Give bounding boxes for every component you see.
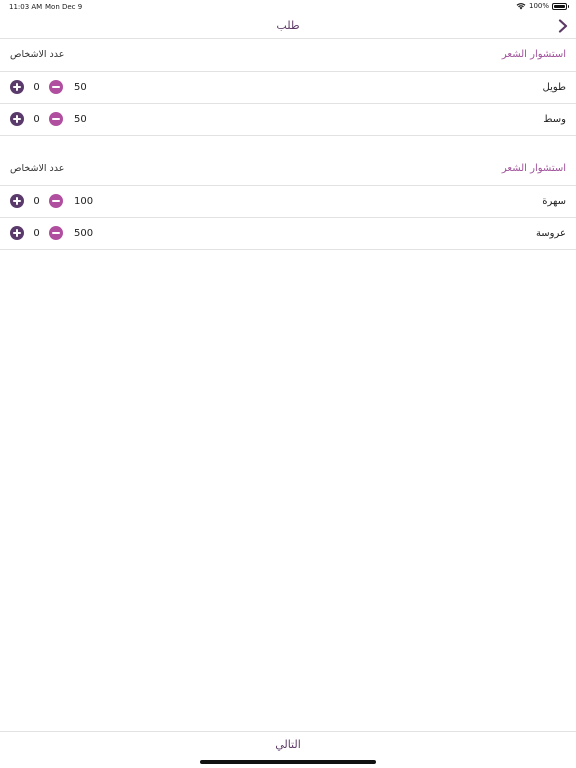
service-name: سهرة bbox=[542, 196, 566, 207]
section-count-label: عدد الاشخاص bbox=[10, 49, 65, 60]
decrease-button[interactable] bbox=[49, 80, 63, 94]
home-indicator[interactable] bbox=[200, 760, 376, 764]
battery-percent: 100% bbox=[528, 2, 549, 10]
chevron-right-icon bbox=[558, 19, 568, 33]
increase-button[interactable] bbox=[10, 194, 24, 208]
service-price: 50 bbox=[74, 114, 87, 125]
section-header: استشوار الشعر عدد الاشخاص bbox=[0, 39, 576, 72]
decrease-button[interactable] bbox=[49, 226, 63, 240]
service-name: طويل bbox=[542, 82, 566, 93]
status-time: 11:03 AM bbox=[9, 3, 43, 11]
section-count-label: عدد الاشخاص bbox=[10, 163, 65, 174]
service-row: عروسة 0 500 bbox=[0, 218, 576, 250]
increase-button[interactable] bbox=[10, 112, 24, 126]
quantity-value: 0 bbox=[33, 228, 40, 239]
decrease-button[interactable] bbox=[49, 194, 63, 208]
service-row: وسط 0 50 bbox=[0, 104, 576, 136]
service-price: 100 bbox=[74, 196, 94, 207]
service-row: سهرة 0 100 bbox=[0, 186, 576, 218]
service-name: وسط bbox=[543, 114, 566, 125]
back-button[interactable] bbox=[554, 16, 572, 36]
status-date: Mon Dec 9 bbox=[45, 3, 83, 11]
status-right: 100% bbox=[516, 2, 569, 10]
next-button[interactable]: التالي bbox=[238, 736, 338, 753]
bottom-bar: التالي bbox=[0, 731, 576, 768]
section-header: استشوار الشعر عدد الاشخاص bbox=[0, 153, 576, 186]
service-price: 500 bbox=[74, 228, 94, 239]
service-name: عروسة bbox=[535, 228, 566, 239]
battery-icon bbox=[552, 2, 569, 10]
decrease-button[interactable] bbox=[49, 112, 63, 126]
page-title: طلب bbox=[276, 19, 300, 32]
nav-bar: طلب bbox=[0, 14, 576, 39]
section-service-label: استشوار الشعر bbox=[501, 163, 566, 174]
wifi-icon bbox=[516, 3, 526, 10]
section-service-label: استشوار الشعر bbox=[501, 49, 566, 60]
quantity-value: 0 bbox=[33, 196, 40, 207]
quantity-value: 0 bbox=[33, 82, 40, 93]
status-bar: 11:03 AM Mon Dec 9 100% bbox=[0, 0, 576, 14]
increase-button[interactable] bbox=[10, 226, 24, 240]
quantity-value: 0 bbox=[33, 114, 40, 125]
service-row: طويل 0 50 bbox=[0, 72, 576, 104]
increase-button[interactable] bbox=[10, 80, 24, 94]
service-price: 50 bbox=[74, 82, 87, 93]
